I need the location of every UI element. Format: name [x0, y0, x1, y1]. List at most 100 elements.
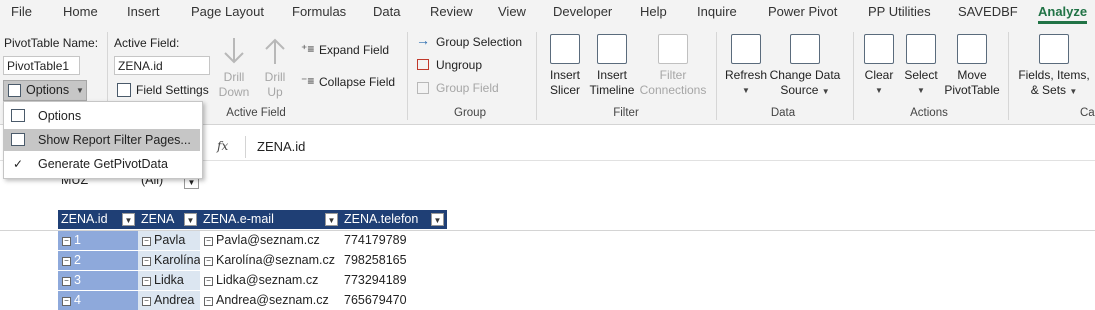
expand-field-button[interactable]: ⁺≡ Expand Field [301, 42, 401, 60]
collapse-icon[interactable]: − [204, 257, 213, 266]
collapse-icon[interactable]: − [142, 277, 151, 286]
table-row-phone[interactable]: 765679470 [341, 291, 447, 310]
arrow-up-icon [265, 38, 285, 64]
active-field-input[interactable]: ZENA.id [114, 56, 210, 75]
tab-review[interactable]: Review [430, 4, 473, 19]
refresh-icon [731, 34, 761, 64]
tab-data[interactable]: Data [373, 4, 400, 19]
field-settings-button[interactable]: Field Settings [114, 81, 209, 100]
collapse-icon[interactable]: − [204, 277, 213, 286]
fx-icon[interactable]: fx [217, 139, 228, 153]
table-row-email[interactable]: − Karolína@seznam.cz [200, 251, 341, 270]
refresh-button[interactable]: Refresh ▼ [724, 34, 768, 98]
clear-label: Clear [864, 68, 894, 82]
filter-dropdown-icon[interactable]: ▼ [122, 213, 135, 226]
table-row-email[interactable]: − Lidka@seznam.cz [200, 271, 341, 290]
menu-item-label: Options [38, 109, 82, 123]
collapse-icon[interactable]: − [142, 297, 151, 306]
tab-view[interactable]: View [498, 4, 526, 19]
tab-savedbf[interactable]: SAVEDBF [958, 4, 1018, 19]
collapse-icon[interactable]: − [142, 257, 151, 266]
table-row-phone[interactable]: 774179789 [341, 231, 447, 250]
table-row-name[interactable]: − Lidka [138, 271, 200, 290]
header-zena-telefon[interactable]: ZENA.telefon ▼ [341, 210, 447, 229]
change-data-source-button[interactable]: Change Data Source ▼ [769, 34, 841, 99]
tab-home[interactable]: Home [63, 4, 98, 19]
group-selection-button[interactable]: → Group Selection [416, 32, 526, 52]
tab-file[interactable]: File [11, 4, 32, 19]
options-button[interactable]: Options ▼ [3, 80, 87, 101]
table-row-email[interactable]: − Pavla@seznam.cz [200, 231, 341, 250]
collapse-icon[interactable]: − [62, 277, 71, 286]
table-row-id[interactable]: −3 [58, 271, 138, 290]
chevron-down-icon: ▼ [821, 87, 830, 96]
table-row-name[interactable]: − Andrea [138, 291, 200, 310]
name-value: Karolína [154, 253, 200, 267]
filter-dropdown-icon[interactable]: ▼ [431, 213, 444, 226]
tab-developer[interactable]: Developer [553, 4, 612, 19]
group-field-button[interactable]: Group Field [416, 80, 506, 98]
menu-item-options[interactable]: Options [4, 105, 200, 127]
insert-slicer-button[interactable]: Insert Slicer [544, 34, 586, 98]
collapse-icon[interactable]: − [204, 297, 213, 306]
clear-icon [864, 34, 894, 64]
menu-item-show-report-filter-pages[interactable]: Show Report Filter Pages... [4, 129, 200, 151]
group-separator [407, 32, 408, 120]
tab-power-pivot[interactable]: Power Pivot [768, 4, 837, 19]
table-row-phone[interactable]: 773294189 [341, 271, 447, 290]
header-zena-email[interactable]: ZENA.e-mail ▼ [200, 210, 341, 229]
tab-formulas[interactable]: Formulas [292, 4, 346, 19]
options-dropdown-menu: Options Show Report Filter Pages... ✓ Ge… [3, 101, 203, 179]
group-separator [853, 32, 854, 120]
id-value: 4 [74, 293, 81, 307]
collapse-field-button[interactable]: ⁻≡ Collapse Field [301, 74, 401, 92]
filter-dropdown-icon[interactable]: ▼ [325, 213, 338, 226]
header-zena[interactable]: ZENA ▼ [138, 210, 200, 229]
tab-pp-utilities[interactable]: PP Utilities [868, 4, 931, 19]
drill-up-button[interactable]: Drill Up [258, 36, 292, 100]
menu-item-generate-getpivotdata[interactable]: ✓ Generate GetPivotData [4, 153, 200, 175]
menu-item-label: Show Report Filter Pages... [38, 133, 191, 147]
expand-icon: ⁺≡ [301, 42, 315, 56]
drill-down-button[interactable]: Drill Down [216, 36, 252, 100]
collapse-icon[interactable]: − [204, 237, 213, 246]
filter-dropdown-icon[interactable]: ▼ [184, 213, 197, 226]
ungroup-button[interactable]: Ungroup [416, 57, 506, 75]
change-source-label-2: Source [780, 83, 819, 97]
table-row-name[interactable]: − Karolína [138, 251, 200, 270]
header-label: ZENA.e-mail [203, 212, 274, 226]
formula-input[interactable]: ZENA.id [245, 136, 1095, 158]
tab-analyze[interactable]: Analyze [1038, 4, 1088, 24]
table-row-phone[interactable]: 798258165 [341, 251, 447, 270]
chevron-down-icon: ▼ [742, 86, 750, 95]
collapse-icon[interactable]: − [142, 237, 151, 246]
pivottable-name-input[interactable]: PivotTable1 [3, 56, 80, 75]
clear-button[interactable]: Clear ▼ [860, 34, 898, 98]
tab-help[interactable]: Help [640, 4, 667, 19]
tab-insert[interactable]: Insert [127, 4, 160, 19]
insert-timeline-label-1: Insert [596, 68, 627, 82]
tab-inquire[interactable]: Inquire [697, 4, 737, 19]
collapse-icon[interactable]: − [62, 237, 71, 246]
change-source-icon [790, 34, 820, 64]
collapse-icon[interactable]: − [62, 257, 71, 266]
table-row-id[interactable]: −1 [58, 231, 138, 250]
select-button[interactable]: Select ▼ [900, 34, 942, 98]
arrow-down-icon [224, 38, 244, 64]
filter-connections-button[interactable]: Filter Connections [638, 34, 708, 98]
filter-group-label: Filter [613, 107, 639, 119]
name-value: Andrea [154, 293, 195, 307]
insert-slicer-label-2: Slicer [549, 83, 580, 97]
insert-timeline-button[interactable]: Insert Timeline [588, 34, 636, 98]
field-settings-icon [117, 83, 131, 97]
table-row-id[interactable]: −4 [58, 291, 138, 310]
table-row-email[interactable]: − Andrea@seznam.cz [200, 291, 341, 310]
table-row-name[interactable]: − Pavla [138, 231, 200, 250]
fields-items-sets-button[interactable]: Fields, Items, & Sets ▼ [1016, 34, 1092, 99]
header-zena-id[interactable]: ZENA.id ▼ [58, 210, 138, 229]
table-row-id[interactable]: −2 [58, 251, 138, 270]
tab-page-layout[interactable]: Page Layout [191, 4, 264, 19]
collapse-icon[interactable]: − [62, 297, 71, 306]
email-value: Karolína@seznam.cz [216, 253, 335, 267]
move-pivottable-button[interactable]: Move PivotTable [943, 34, 1001, 98]
